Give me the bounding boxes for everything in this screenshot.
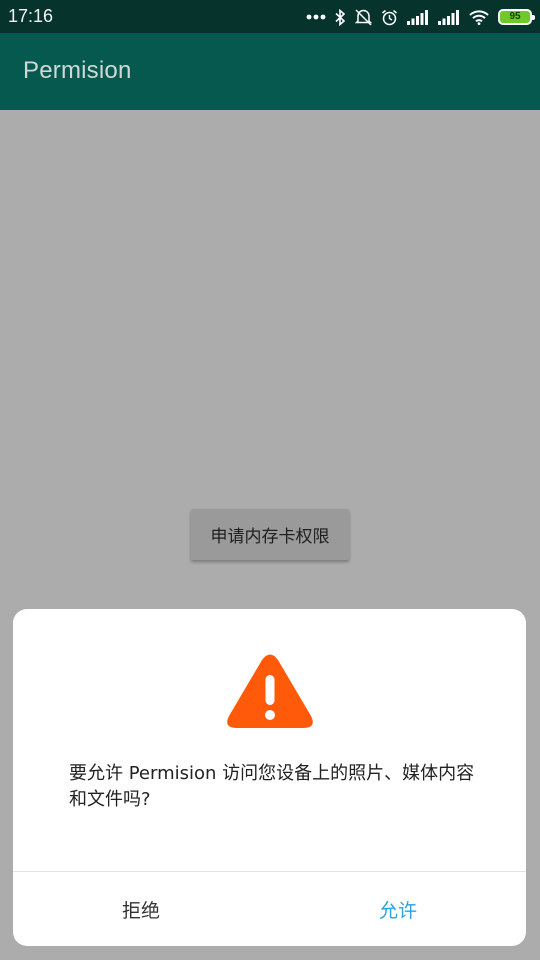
warning-icon (227, 654, 313, 728)
status-time: 17:16 (8, 6, 54, 26)
deny-button[interactable]: 拒绝 (13, 872, 269, 946)
signal-icon (438, 9, 459, 25)
app-title: Permision (23, 57, 132, 84)
signal-icon (407, 9, 428, 25)
mute-icon (355, 8, 372, 26)
allow-button[interactable]: 允许 (270, 872, 526, 946)
request-storage-permission-button[interactable]: 申请内存卡权限 (191, 509, 349, 560)
app-bar: Permision (0, 33, 540, 110)
more-dots-icon (306, 14, 326, 20)
status-bar: 17:16 95 (0, 0, 540, 33)
alarm-icon (382, 9, 397, 25)
battery-level: 95 (509, 11, 521, 22)
bluetooth-icon (335, 8, 346, 26)
battery-icon: 95 (498, 9, 535, 25)
status-icons: 95 (306, 5, 535, 29)
dialog-message: 要允许 Permision 访问您设备上的照片、媒体内容和文件吗? (69, 763, 475, 810)
wifi-icon (469, 9, 489, 25)
permission-dialog: 要允许 Permision 访问您设备上的照片、媒体内容和文件吗? 拒绝 允许 (13, 609, 526, 946)
